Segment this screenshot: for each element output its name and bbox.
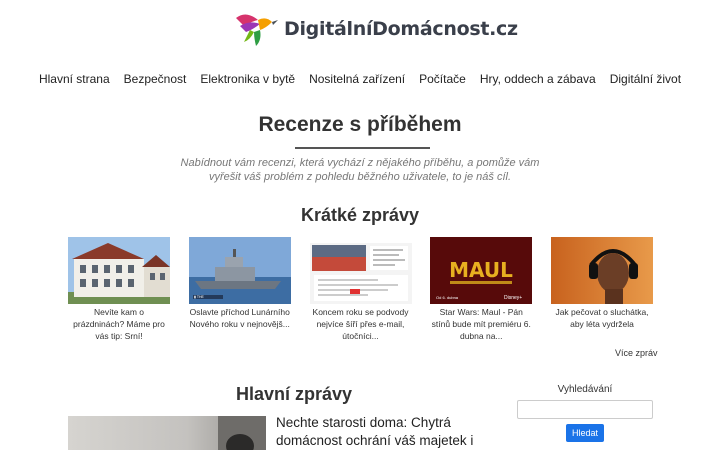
nav-item-computers[interactable]: Počítače	[412, 72, 473, 86]
svg-text:MAUL: MAUL	[449, 258, 513, 282]
nav-item-wearables[interactable]: Nositelná zařízení	[302, 72, 412, 86]
main-news-image[interactable]	[68, 416, 266, 450]
search-label: Vyhledávání	[557, 384, 613, 395]
main-news-headline[interactable]: Nechte starosti doma: Chytrá domácnost o…	[276, 414, 476, 450]
news-card[interactable]: Koncem roku se podvody nejvíce šíří přes…	[309, 237, 412, 342]
nav-item-electronics[interactable]: Elektronika v bytě	[193, 72, 302, 86]
hero-divider	[295, 147, 430, 149]
news-caption[interactable]: Star Wars: Maul - Pán stínů bude mít pre…	[430, 306, 532, 342]
headphones-photo[interactable]	[551, 237, 653, 304]
short-news-title: Krátké zprávy	[300, 205, 420, 225]
building-photo[interactable]	[68, 237, 170, 304]
logo-text: DigitálníDomácnost.cz	[284, 18, 518, 40]
hero-subtitle: Nabídnout vám recenzi, která vychází z n…	[180, 157, 540, 183]
ship-photo[interactable]: ▮ THE	[188, 237, 291, 304]
more-news-link[interactable]: Více zpráv	[615, 348, 658, 358]
search-input[interactable]	[517, 400, 653, 419]
main-news-title: Hlavní zprávy	[236, 384, 353, 404]
news-card[interactable]: MAUL Od 6. dubna Disney+ Star Wars: Maul…	[430, 237, 533, 342]
nav-item-digital-life[interactable]: Digitální život	[603, 72, 688, 86]
search-button[interactable]: Hledat	[566, 424, 604, 442]
news-caption[interactable]: Koncem roku se podvody nejvíce šíří přes…	[310, 306, 412, 342]
news-caption[interactable]: Jak pečovat o sluchátka, aby léta vydrže…	[551, 306, 653, 330]
hero-title: Recenze s příběhem	[258, 113, 462, 136]
main-nav: Hlavní strana Bezpečnost Elektronika v b…	[0, 72, 720, 86]
news-card[interactable]: Nevíte kam o prázdninách? Máme pro vás t…	[68, 237, 170, 342]
site-logo[interactable]: DigitálníDomácnost.cz	[232, 8, 518, 50]
email-screenshot[interactable]	[309, 237, 412, 304]
nav-item-security[interactable]: Bezpečnost	[117, 72, 194, 86]
hummingbird-logo-icon	[236, 14, 278, 46]
nav-item-games[interactable]: Hry, oddech a zábava	[473, 72, 603, 86]
short-news-list: Nevíte kam o prázdninách? Máme pro vás t…	[68, 237, 653, 342]
nav-item-home[interactable]: Hlavní strana	[32, 72, 117, 86]
news-card[interactable]: ▮ THE Oslavte příchod Lunárního Nového r…	[188, 237, 291, 342]
svg-text:▮ THE: ▮ THE	[194, 295, 205, 299]
svg-text:Disney+: Disney+	[504, 295, 522, 301]
news-card[interactable]: Jak pečovat o sluchátka, aby léta vydrže…	[551, 237, 653, 342]
news-caption[interactable]: Nevíte kam o prázdninách? Máme pro vás t…	[68, 306, 170, 342]
maul-poster[interactable]: MAUL Od 6. dubna Disney+	[430, 237, 533, 304]
news-caption[interactable]: Oslavte příchod Lunárního Nového roku v …	[189, 306, 291, 330]
svg-text:Od 6. dubna: Od 6. dubna	[436, 295, 459, 300]
